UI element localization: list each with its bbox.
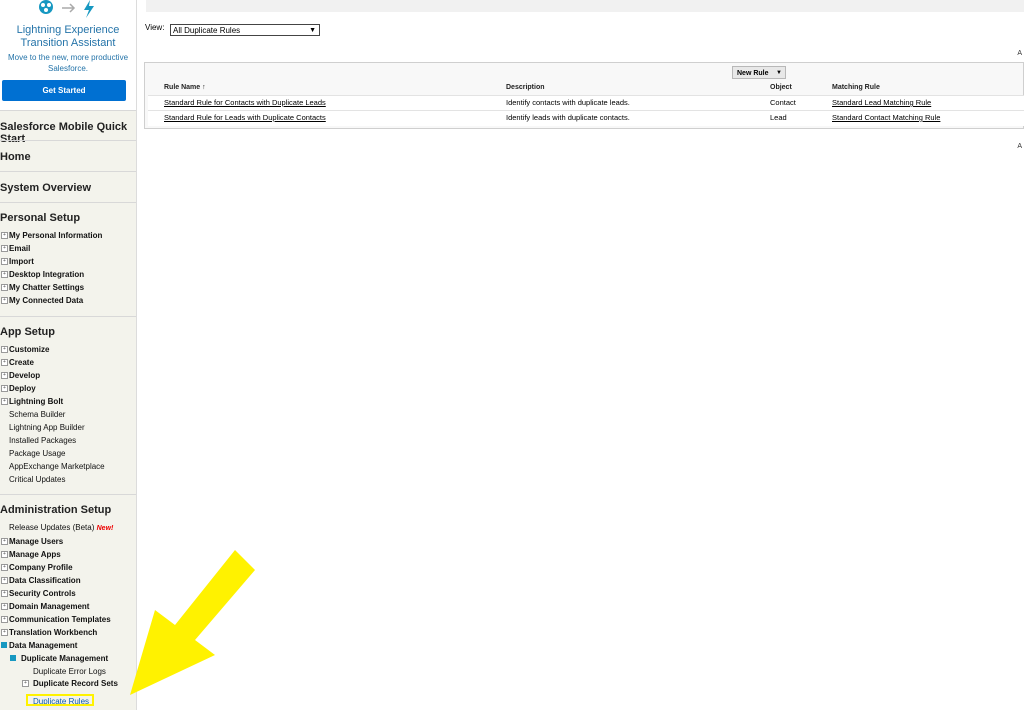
nav-item[interactable]: Email — [9, 244, 30, 253]
nav-item[interactable]: Company Profile — [9, 563, 73, 572]
nav-item[interactable]: Communication Templates — [9, 615, 111, 624]
nav-item[interactable]: Desktop Integration — [9, 270, 84, 279]
page-header-bar — [146, 0, 1024, 12]
chevron-down-icon[interactable]: ▼ — [776, 67, 782, 80]
promo-title-2: Transition Assistant — [20, 37, 116, 49]
nav-item[interactable]: Domain Management — [9, 602, 89, 611]
expand-icon[interactable]: + — [1, 232, 8, 239]
nav-item[interactable]: Manage Users — [9, 537, 63, 546]
rule-description: Identify contacts with duplicate leads. — [506, 98, 630, 107]
new-rule-button[interactable]: New Rule ▼ — [732, 66, 786, 79]
section-overview-label[interactable]: System Overview — [0, 182, 136, 194]
nav-item[interactable]: Security Controls — [9, 589, 76, 598]
expand-icon[interactable]: + — [1, 359, 8, 366]
expand-icon[interactable]: + — [1, 398, 8, 405]
collapse-icon[interactable] — [1, 642, 7, 648]
promo-title-1: Lightning Experience — [16, 24, 120, 36]
expand-icon[interactable]: + — [1, 385, 8, 392]
expand-icon[interactable]: + — [1, 577, 8, 584]
nav-item[interactable]: Create — [9, 358, 34, 367]
nav-item[interactable]: Deploy — [9, 384, 36, 393]
nav-item-duplicate-record-sets[interactable]: Duplicate Record Sets — [33, 679, 118, 688]
section-home-label[interactable]: Home — [0, 151, 136, 163]
expand-icon[interactable]: + — [1, 538, 8, 545]
column-header-rule-name[interactable]: Rule Name ↑ — [164, 84, 206, 91]
rule-name-link[interactable]: Standard Rule for Leads with Duplicate C… — [164, 113, 326, 122]
matching-rule-link[interactable]: Standard Lead Matching Rule — [832, 98, 931, 107]
promo-desc-2: Salesforce. — [47, 64, 89, 73]
expand-icon[interactable]: + — [1, 603, 8, 610]
expand-icon[interactable]: + — [1, 616, 8, 623]
nav-item[interactable]: Critical Updates — [9, 475, 65, 484]
nav-item[interactable]: Data Management — [9, 641, 77, 650]
expand-icon[interactable]: + — [1, 372, 8, 379]
highlight-box — [26, 694, 94, 706]
nav-item[interactable]: Lightning App Builder — [9, 423, 85, 432]
rule-object: Contact — [770, 98, 796, 107]
column-header-object[interactable]: Object — [770, 84, 792, 91]
chevron-down-icon: ▼ — [309, 27, 316, 34]
section-app-label: App Setup — [0, 326, 55, 338]
column-header-description[interactable]: Description — [506, 84, 545, 91]
section-mobile[interactable]: Salesforce Mobile Quick Start — [0, 110, 136, 145]
expand-icon[interactable]: + — [1, 271, 8, 278]
view-select[interactable]: All Duplicate Rules ▼ — [170, 24, 320, 36]
nav-item[interactable]: AppExchange Marketplace — [9, 462, 105, 471]
expand-icon[interactable]: + — [1, 258, 8, 265]
expand-icon[interactable]: + — [1, 564, 8, 571]
nav-item[interactable]: Package Usage — [9, 449, 65, 458]
expand-icon[interactable]: + — [1, 629, 8, 636]
section-personal-label: Personal Setup — [0, 212, 81, 224]
corner-text: A — [1017, 50, 1022, 57]
nav-item[interactable]: Import — [9, 257, 34, 266]
nav-item[interactable]: Customize — [9, 345, 49, 354]
section-overview[interactable]: System Overview — [0, 171, 136, 202]
expand-icon[interactable]: + — [1, 284, 8, 291]
lightning-transition-logo-icon — [39, 0, 94, 18]
nav-item[interactable]: My Chatter Settings — [9, 283, 84, 292]
expand-icon[interactable]: + — [1, 245, 8, 252]
lightning-transition-promo: Lightning Experience Transition Assistan… — [0, 0, 136, 111]
nav-item[interactable]: Schema Builder — [9, 410, 65, 419]
nav-item[interactable]: Data Classification — [9, 576, 81, 585]
nav-item[interactable]: My Connected Data — [9, 296, 83, 305]
expand-icon[interactable]: + — [1, 551, 8, 558]
promo-desc-1: Move to the new, more productive — [7, 53, 129, 62]
matching-rule-link[interactable]: Standard Contact Matching Rule — [832, 113, 940, 122]
view-label: View: — [145, 23, 165, 32]
nav-item[interactable]: Translation Workbench — [9, 628, 97, 637]
rule-name-link[interactable]: Standard Rule for Contacts with Duplicat… — [164, 98, 326, 107]
column-header-matching-rule[interactable]: Matching Rule — [832, 84, 880, 91]
new-badge: New! — [96, 525, 114, 532]
new-rule-label: New Rule — [737, 70, 769, 77]
expand-icon[interactable]: + — [1, 590, 8, 597]
expand-icon[interactable]: + — [1, 346, 8, 353]
nav-item[interactable]: Lightning Bolt — [9, 397, 63, 406]
get-started-button[interactable]: Get Started — [2, 80, 126, 101]
corner-text: A — [1017, 143, 1022, 150]
section-home[interactable]: Home — [0, 140, 136, 171]
nav-item-duplicate-management[interactable]: Duplicate Management — [21, 654, 108, 663]
expand-icon[interactable]: + — [22, 680, 29, 687]
annotation-arrow-icon — [130, 550, 255, 695]
nav-item-duplicate-error-logs[interactable]: Duplicate Error Logs — [33, 667, 106, 676]
nav-item[interactable]: My Personal Information — [9, 231, 102, 240]
release-updates-label[interactable]: Release Updates (Beta) — [9, 523, 94, 532]
rule-object: Lead — [770, 113, 787, 122]
view-select-value: All Duplicate Rules — [173, 26, 241, 35]
nav-item[interactable]: Installed Packages — [9, 436, 76, 445]
nav-item[interactable]: Develop — [9, 371, 40, 380]
nav-item[interactable]: Manage Apps — [9, 550, 61, 559]
rule-description: Identify leads with duplicate contacts. — [506, 113, 630, 122]
expand-icon[interactable]: + — [1, 297, 8, 304]
collapse-icon[interactable] — [10, 655, 16, 661]
nav-item[interactable]: Release Updates (Beta) New! — [9, 523, 113, 532]
section-admin-label: Administration Setup — [0, 504, 112, 516]
